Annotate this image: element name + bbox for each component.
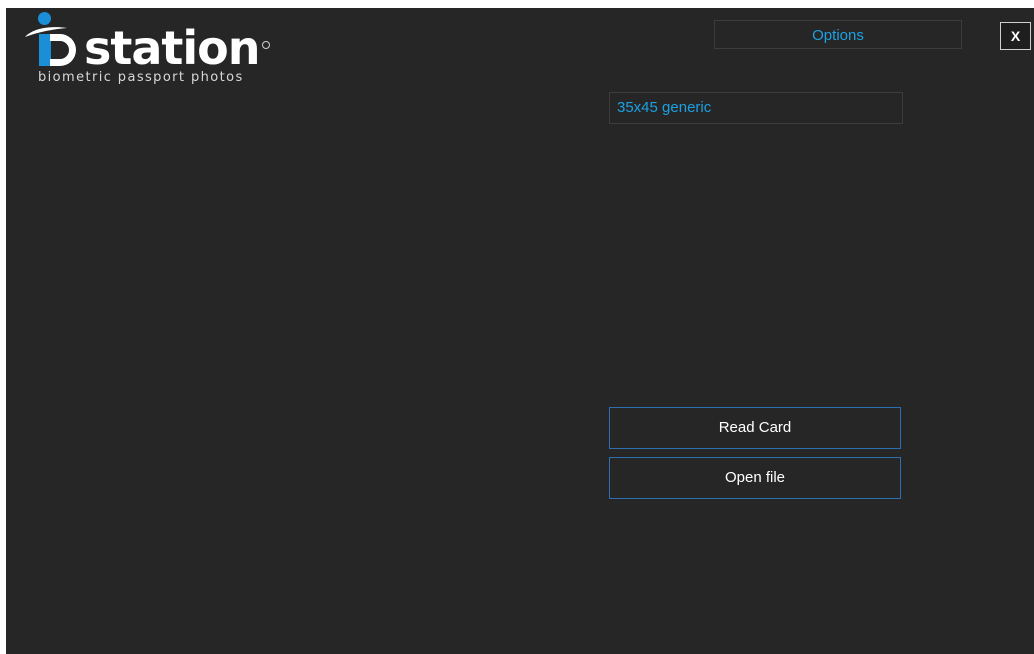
- idstation-logo: station biometric passport photos: [24, 12, 274, 92]
- open-file-button[interactable]: Open file: [609, 457, 901, 499]
- logo-wordmark: station: [84, 21, 261, 75]
- logo-d-letter: [50, 34, 76, 66]
- photo-format-selector[interactable]: 35x45 generic: [609, 92, 903, 124]
- read-card-button[interactable]: Read Card: [609, 407, 901, 449]
- registered-mark-icon: [262, 41, 270, 49]
- close-button[interactable]: X: [1000, 22, 1031, 50]
- options-button[interactable]: Options: [714, 20, 962, 49]
- logo-tagline: biometric passport photos: [38, 70, 244, 85]
- logo-dot-icon: [38, 12, 51, 25]
- app-window: station biometric passport photos Option…: [6, 8, 1034, 654]
